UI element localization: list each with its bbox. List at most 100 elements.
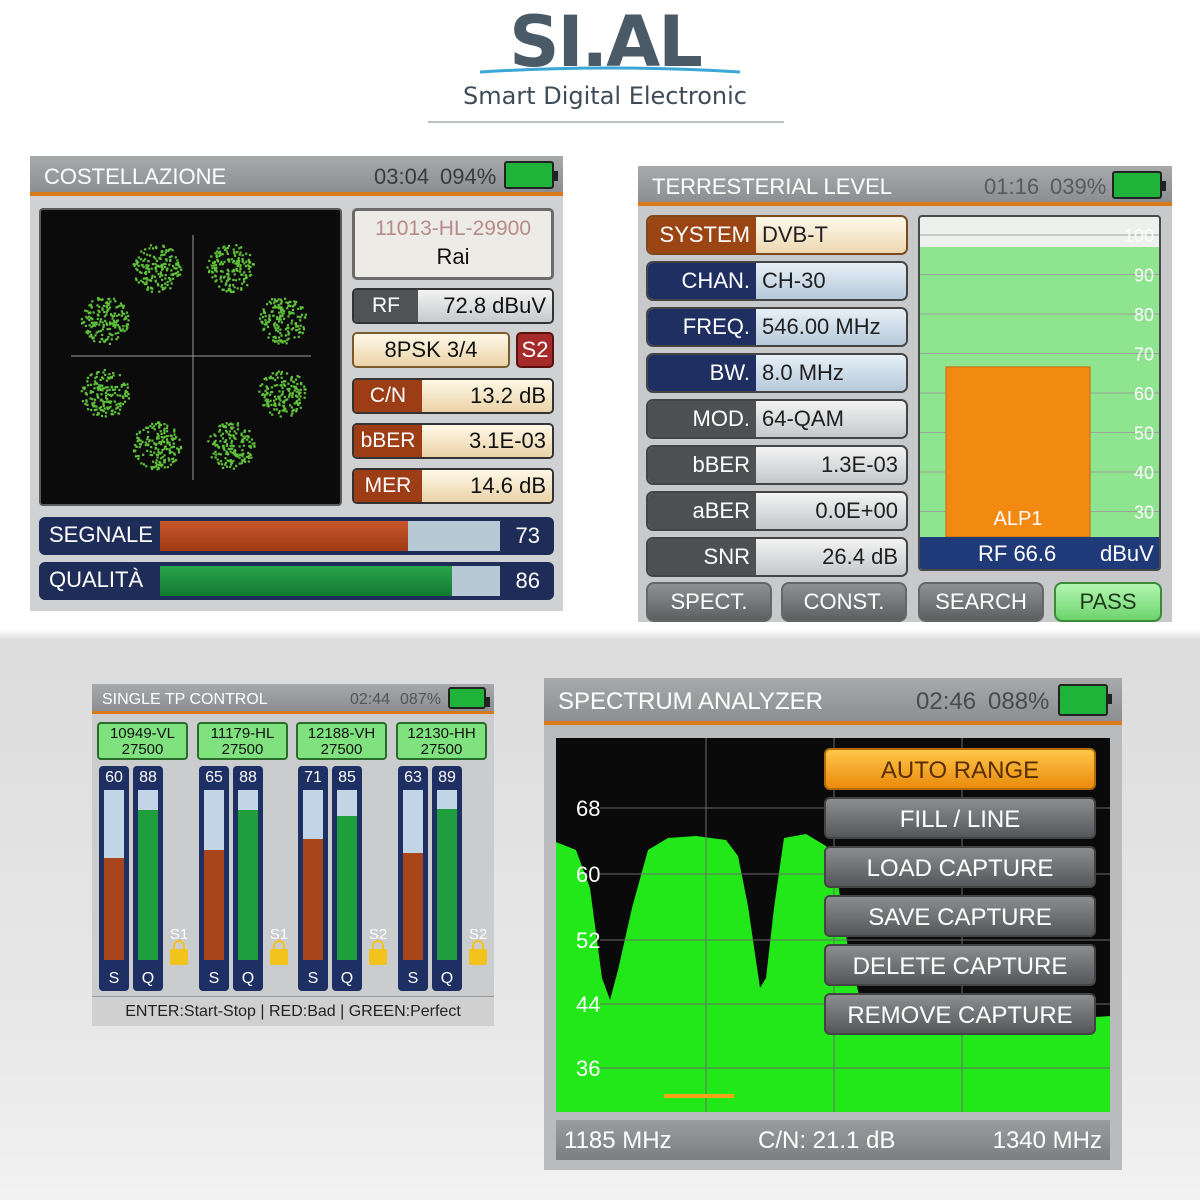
single-tp-screen: SINGLE TP CONTROL 02:44 087% 10949-VL 275… (92, 684, 494, 1026)
frequency-value: 546.00 MHz (756, 309, 906, 345)
quality-value: 86 (515, 568, 540, 593)
snr-value: 26.4 dB (756, 539, 906, 575)
meter-label: Q (141, 970, 155, 987)
transponder-header[interactable]: 11179-HL 27500 (197, 722, 288, 760)
mer-value: 14.6 dB (422, 470, 552, 502)
logo-tagline: Smart Digital Electronic (463, 82, 747, 110)
spectrum-footer: 1185 MHz C/N: 21.1 dB 1340 MHz (556, 1120, 1110, 1160)
screen-title: TERRESTERIAL LEVEL (652, 174, 893, 199)
transponder-symbolrate: 27500 (320, 741, 363, 758)
bandwidth-row: BW. 8.0 MHz (646, 353, 908, 393)
search-button[interactable]: SEARCH (918, 582, 1044, 622)
spect-button[interactable]: SPECT. (646, 582, 772, 622)
transponder-frequency: 10949-VL (109, 725, 176, 742)
signal-bar: SEGNALE 73 (39, 517, 554, 555)
title-bar: COSTELLAZIONE 03:04 094% (30, 156, 563, 196)
lock-icon (170, 940, 188, 965)
battery-icon (1112, 171, 1166, 199)
system-label: SYSTEM (648, 217, 756, 253)
transponder-symbolrate: 27500 (221, 741, 264, 758)
title-bar: TERRESTERIAL LEVEL 01:16 039% (638, 166, 1172, 206)
meter-fill (238, 810, 258, 960)
pass-button[interactable]: PASS (1054, 582, 1162, 622)
meter-value: 88 (239, 769, 257, 786)
meter-track (337, 790, 357, 960)
constellation-screen: COSTELLAZIONE 03:04 094% 11013-HL-29900 … (30, 156, 563, 611)
signal-track (160, 521, 500, 551)
lock-status: S1 (165, 926, 193, 990)
battery-percent: 087% (400, 691, 441, 708)
meter-track (204, 790, 224, 960)
spectrum-screen: SPECTRUM ANALYZER 02:46 088% 68 60 52 44 36 … (544, 678, 1122, 1170)
rf-row: RF 72.8 dBuV (352, 288, 554, 324)
meter-fill (303, 839, 323, 960)
level-tick-label: 100 (1124, 226, 1154, 246)
quality-label: QUALITÀ (49, 567, 144, 592)
signal-value: 73 (515, 523, 540, 548)
level-scale: 100 90 80 70 60 50 40 30 ALP1 RF 66.6 dBuV (920, 226, 1159, 569)
meter-track (238, 790, 258, 960)
level-tick-label: 70 (1134, 345, 1154, 365)
start-frequency: 1185 MHz (564, 1127, 672, 1154)
transponder-frequency: 11179-HL (210, 725, 275, 742)
delete-capture-button[interactable]: DELETE CAPTURE (824, 944, 1096, 986)
modulation-row: MOD. 64-QAM (646, 399, 908, 439)
channel-label: CHAN. (648, 263, 756, 299)
load-capture-button[interactable]: LOAD CAPTURE (824, 846, 1096, 888)
spectrum-y-tick: 52 (576, 928, 600, 953)
transponder-id: 11013-HL-29900 (374, 217, 532, 240)
transponder-frequency: 12188-VH (307, 725, 376, 742)
cn-value: 13.2 dB (422, 380, 552, 412)
signal-meter: 63 S (398, 766, 428, 991)
save-capture-button[interactable]: SAVE CAPTURE (824, 895, 1096, 937)
const-button[interactable]: CONST. (781, 582, 907, 622)
meter-fill (204, 849, 224, 960)
modulation-label: MOD. (648, 401, 756, 437)
terrestrial-screen: TERRESTERIAL LEVEL 01:16 039% SYSTEM DVB… (638, 166, 1172, 622)
bber-label: bBER (648, 447, 756, 483)
cn-row: C/N 13.2 dB (352, 378, 554, 414)
quality-track (160, 566, 500, 596)
meter-value: 85 (338, 769, 356, 786)
quality-meter: 85 Q (332, 766, 362, 991)
meter-fill (437, 808, 457, 960)
meter-fill (403, 852, 423, 960)
transponder-meters: 65 S 88 Q S1 (199, 766, 295, 991)
mer-label: MER (354, 470, 422, 502)
transponder-symbolrate: 27500 (121, 741, 164, 758)
logo-swoosh-icon (480, 66, 740, 74)
spectrum-y-tick: 60 (576, 862, 600, 887)
meter-value: 88 (139, 769, 157, 786)
standard-value: S2 (521, 337, 549, 362)
aber-row: aBER 0.0E+00 (646, 491, 908, 531)
meter-label: S (208, 970, 220, 987)
clock: 02:44 (350, 691, 391, 708)
ber-row: bBER 3.1E-03 (352, 423, 554, 459)
meter-fill (138, 810, 158, 960)
rf-level-text: RF 66.6 (978, 541, 1056, 566)
rf-label: RF (354, 290, 418, 322)
signal-meter: 60 S (99, 766, 129, 991)
screen-title: SINGLE TP CONTROL (102, 691, 268, 708)
remove-capture-button[interactable]: REMOVE CAPTURE (824, 993, 1096, 1035)
battery-icon (448, 687, 490, 709)
provider-name: Rai (436, 244, 470, 269)
meter-label: Q (340, 970, 354, 987)
transponder-header[interactable]: 10949-VL 27500 (97, 722, 188, 760)
transponder-symbolrate: 27500 (420, 741, 463, 758)
level-tick-label: 90 (1134, 266, 1154, 286)
snr-label: SNR (648, 539, 756, 575)
transponder-header[interactable]: 12130-HH 27500 (396, 722, 487, 760)
lock-icon (369, 940, 387, 965)
signal-fill (160, 521, 409, 551)
fill-line-button[interactable]: FILL / LINE (824, 797, 1096, 839)
quality-meter: 88 Q (133, 766, 163, 991)
quality-meter: 89 Q (432, 766, 462, 991)
screen-title: COSTELLAZIONE (44, 164, 227, 189)
lock-status: S2 (464, 926, 492, 990)
title-bar: SINGLE TP CONTROL 02:44 087% (92, 684, 494, 714)
marker-band (664, 1094, 734, 1098)
transponder-header[interactable]: 12188-VH 27500 (296, 722, 387, 760)
spectrum-y-tick: 36 (576, 1056, 600, 1081)
auto-range-button[interactable]: AUTO RANGE (824, 748, 1096, 790)
